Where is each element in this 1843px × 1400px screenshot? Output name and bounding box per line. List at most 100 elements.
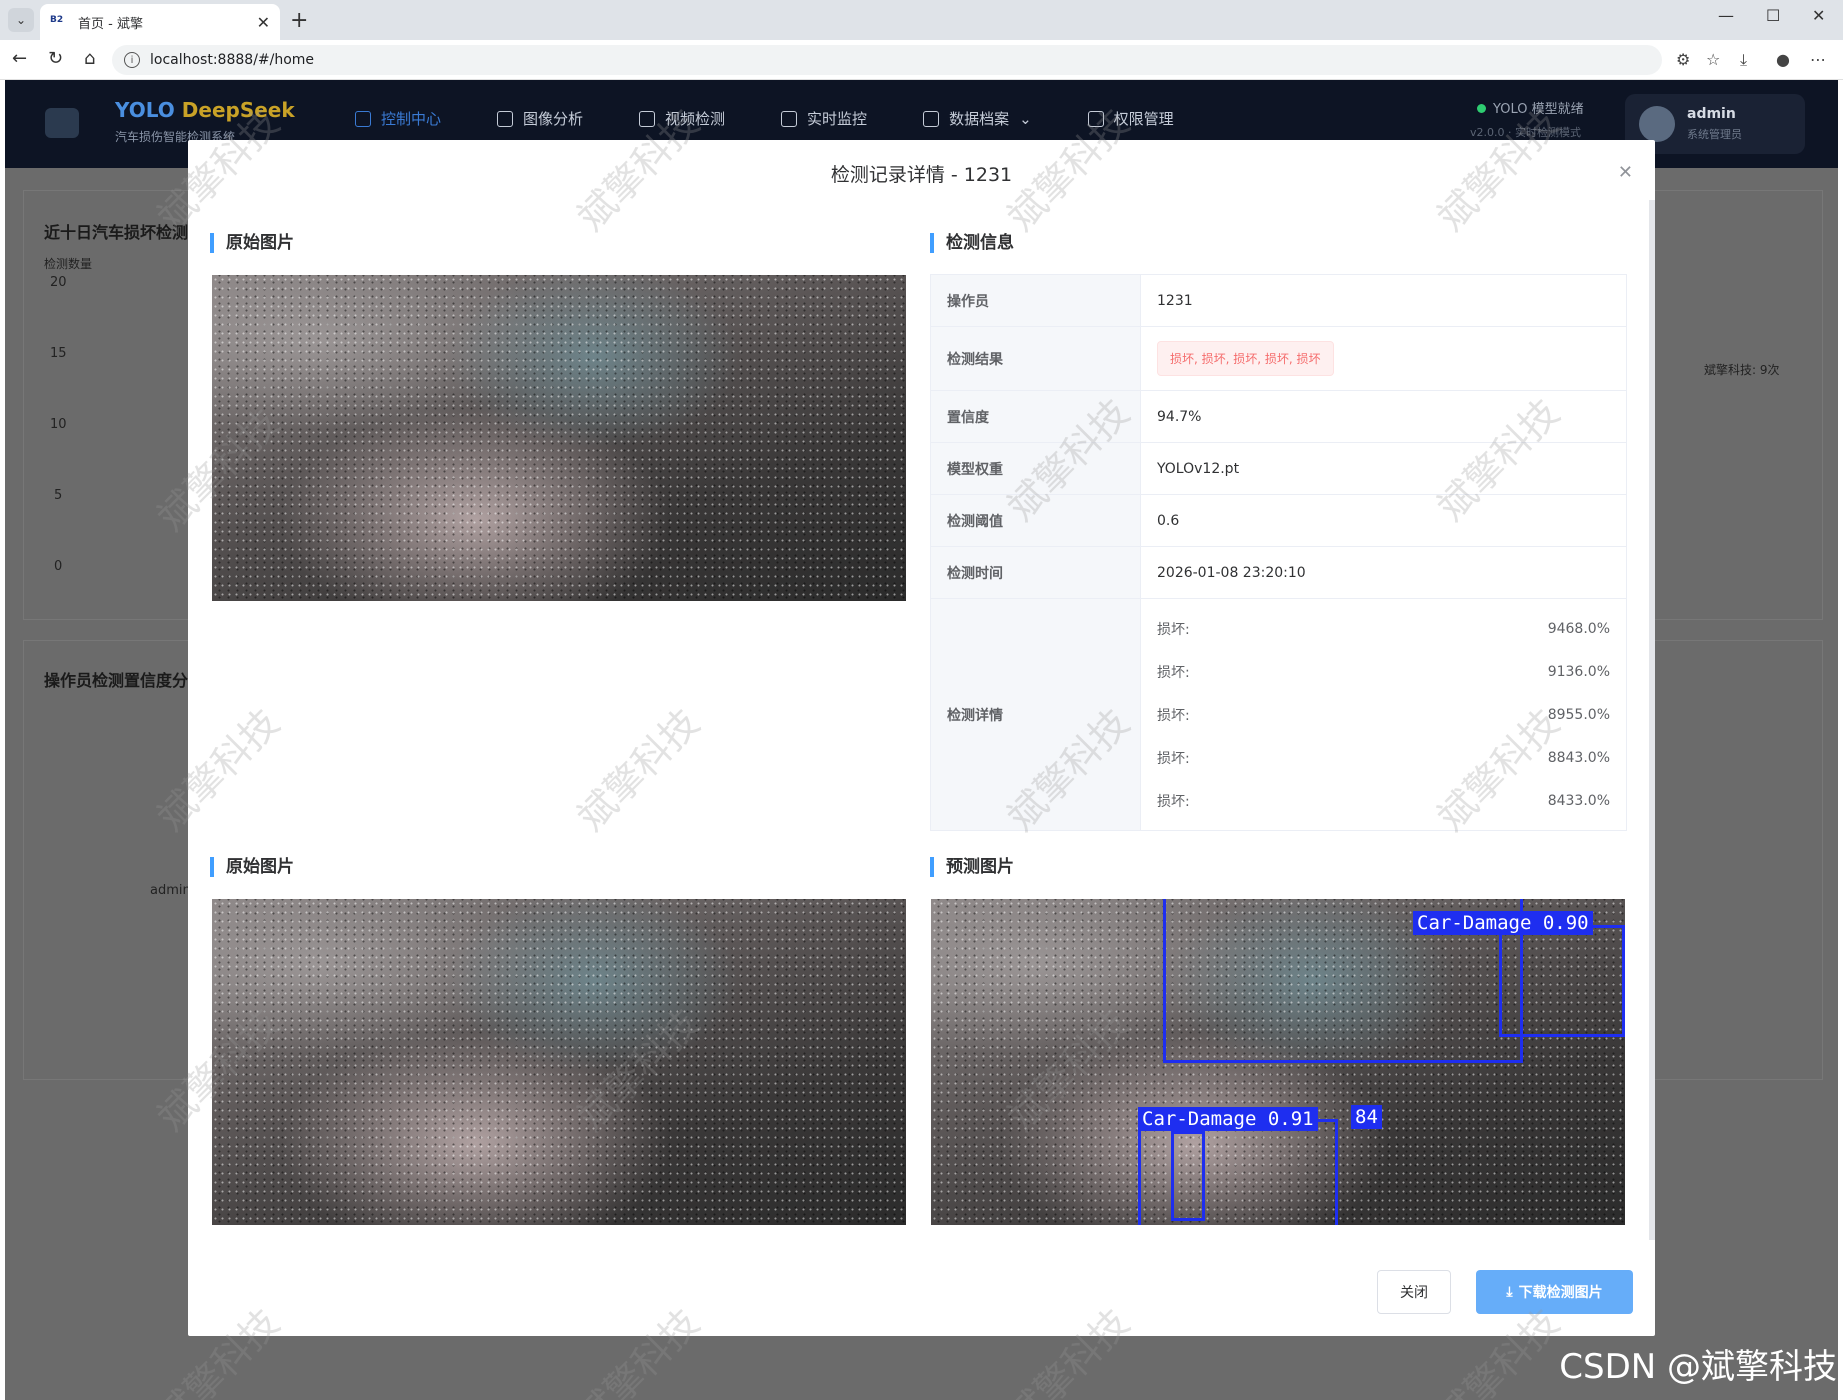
section-title-predicted: 预测图片 bbox=[930, 857, 1014, 877]
section-title-info: 检测信息 bbox=[930, 233, 1014, 253]
close-icon[interactable]: ✕ bbox=[1618, 162, 1633, 183]
close-window-icon[interactable]: ✕ bbox=[1812, 6, 1825, 25]
field-key: 置信度 bbox=[930, 390, 1141, 443]
section-title-original: 原始图片 bbox=[210, 233, 294, 253]
original-image-top bbox=[212, 275, 906, 601]
info-row: 置信度 94.7% bbox=[930, 390, 1627, 443]
nav-item-data-archive[interactable]: 数据档案 ⌄ bbox=[923, 108, 1032, 129]
detail-modal: 检测记录详情 - 1231 ✕ 原始图片 检测信息 操作员 1231 检测结果 损坏… bbox=[188, 140, 1655, 1336]
browser-tab[interactable]: B2 首页 - 斌擎 ✕ bbox=[40, 4, 280, 40]
new-tab-icon[interactable]: + bbox=[290, 8, 308, 33]
favicon-icon: B2 bbox=[50, 15, 64, 25]
play-icon bbox=[639, 110, 656, 127]
info-row: 模型权重 YOLOv12.pt bbox=[930, 442, 1627, 495]
detail-value: 8955.0% bbox=[1547, 706, 1610, 723]
tab-close-icon[interactable]: ✕ bbox=[257, 13, 270, 32]
y-tick: 10 bbox=[50, 417, 67, 432]
model-status: YOLO 模型就绪 bbox=[1493, 102, 1584, 117]
more-icon[interactable]: ⋯ bbox=[1810, 50, 1826, 69]
site-info-icon[interactable]: i bbox=[124, 52, 140, 68]
field-value: 1231 bbox=[1140, 274, 1627, 327]
detail-value: 8433.0% bbox=[1547, 792, 1610, 809]
nav-label: 图像分析 bbox=[523, 110, 584, 128]
nav-label: 控制中心 bbox=[381, 110, 442, 128]
nav-item-image-analysis[interactable]: 图像分析 bbox=[497, 108, 583, 129]
photo-noise bbox=[212, 275, 906, 601]
close-button[interactable]: 关闭 bbox=[1377, 1270, 1451, 1314]
y-tick: 15 bbox=[50, 346, 67, 361]
detection-label: Car-Damage 0.90 bbox=[1413, 911, 1593, 935]
detection-label: Car-Damage 0.91 bbox=[1138, 1107, 1318, 1131]
nav-label: 视频检测 bbox=[665, 110, 726, 128]
user-role: 系统管理员 bbox=[1687, 128, 1742, 141]
brand-main: YOLO bbox=[115, 98, 175, 122]
brand-accent: DeepSeek bbox=[181, 98, 295, 122]
field-key: 检测详情 bbox=[930, 598, 1141, 831]
field-value: YOLOv12.pt bbox=[1140, 442, 1627, 495]
maximize-icon[interactable]: ☐ bbox=[1766, 6, 1780, 25]
field-key: 检测时间 bbox=[930, 546, 1141, 599]
detail-label: 损坏: bbox=[1157, 707, 1190, 724]
predicted-image: Car-Damage 0.90 Car-Damage 0.91 84 bbox=[931, 899, 1625, 1225]
modal-title: 检测记录详情 - 1231 bbox=[830, 164, 1013, 186]
nav-label: 数据档案 bbox=[949, 110, 1010, 128]
nav-item-realtime-monitor[interactable]: 实时监控 bbox=[781, 108, 867, 129]
status-dot-icon bbox=[1477, 104, 1486, 113]
detection-label: 84 bbox=[1351, 1105, 1382, 1129]
reload-icon[interactable]: ↻ bbox=[48, 48, 63, 69]
x-tick: admin bbox=[150, 883, 191, 898]
detail-row: 损坏: 9468.0% bbox=[1157, 607, 1610, 650]
favorites-icon[interactable]: ☆ bbox=[1706, 50, 1720, 69]
url-field[interactable]: i localhost:8888/#/home bbox=[112, 45, 1662, 75]
detail-row: 损坏: 8433.0% bbox=[1157, 779, 1610, 822]
field-value: 损坏, 损坏, 损坏, 损坏, 损坏 bbox=[1140, 326, 1627, 391]
y-axis-label: 检测数量 bbox=[44, 257, 93, 271]
detection-box bbox=[1499, 925, 1625, 1037]
nav-item-video-detection[interactable]: 视频检测 bbox=[639, 108, 725, 129]
original-image-bottom bbox=[212, 899, 906, 1225]
home-icon[interactable]: ⌂ bbox=[84, 48, 95, 69]
info-row: 检测详情 损坏: 9468.0% 损坏: 9136.0% 损坏: 8955.0% 损坏… bbox=[930, 598, 1627, 831]
browser-tabbar: ⌄ B2 首页 - 斌擎 ✕ + — ☐ ✕ bbox=[0, 0, 1843, 40]
field-key: 检测结果 bbox=[930, 326, 1141, 391]
detail-label: 损坏: bbox=[1157, 621, 1190, 638]
chart-title: 近十日汽车损坏检测 bbox=[44, 223, 189, 242]
info-row: 检测结果 损坏, 损坏, 损坏, 损坏, 损坏 bbox=[930, 326, 1627, 391]
info-row: 操作员 1231 bbox=[930, 274, 1627, 327]
field-key: 操作员 bbox=[930, 274, 1141, 327]
download-icon: ⤓ bbox=[1506, 1284, 1513, 1300]
detail-value: 8843.0% bbox=[1547, 749, 1610, 766]
detail-label: 损坏: bbox=[1157, 750, 1190, 767]
detail-row: 损坏: 8955.0% bbox=[1157, 693, 1610, 736]
tab-list-button[interactable]: ⌄ bbox=[8, 8, 34, 32]
nav-item-permissions[interactable]: 权限管理 bbox=[1087, 108, 1174, 129]
detection-box bbox=[1138, 1119, 1338, 1225]
download-icon[interactable]: ⤓ bbox=[1740, 50, 1747, 70]
y-tick: 20 bbox=[50, 275, 67, 290]
profile-icon[interactable]: ● bbox=[1776, 50, 1790, 69]
details-cell: 损坏: 9468.0% 损坏: 9136.0% 损坏: 8955.0% 损坏: 8843… bbox=[1140, 598, 1627, 831]
detail-row: 损坏: 9136.0% bbox=[1157, 650, 1610, 693]
field-key: 检测阈值 bbox=[930, 494, 1141, 547]
detection-box bbox=[1171, 1131, 1205, 1221]
extensions-icon[interactable]: ⚙ bbox=[1676, 50, 1690, 69]
home-icon bbox=[355, 110, 371, 127]
detail-label: 损坏: bbox=[1157, 793, 1190, 810]
info-table: 操作员 1231 检测结果 损坏, 损坏, 损坏, 损坏, 损坏 置信度 94.7% … bbox=[930, 274, 1627, 831]
nav-item-control-center[interactable]: 控制中心 bbox=[355, 108, 441, 129]
csdn-watermark: CSDN @斌擎科技 bbox=[1559, 1347, 1837, 1387]
field-key: 模型权重 bbox=[930, 442, 1141, 495]
field-value: 0.6 bbox=[1140, 494, 1627, 547]
address-bar: ← ↻ ⌂ i localhost:8888/#/home ⚙ ☆ ⤓ ● ⋯ bbox=[0, 40, 1843, 80]
modal-scrollbar[interactable] bbox=[1649, 200, 1655, 1240]
photo-noise bbox=[212, 899, 906, 1225]
download-button-label: 下载检测图片 bbox=[1518, 1285, 1603, 1301]
download-button[interactable]: ⤓ 下载检测图片 bbox=[1476, 1270, 1633, 1314]
tab-title: 首页 - 斌擎 bbox=[78, 16, 143, 32]
back-icon[interactable]: ← bbox=[12, 48, 27, 69]
minimize-icon[interactable]: — bbox=[1718, 6, 1734, 25]
detail-value: 9468.0% bbox=[1547, 620, 1610, 637]
result-tag: 损坏, 损坏, 损坏, 损坏, 损坏 bbox=[1157, 341, 1334, 376]
detail-label: 损坏: bbox=[1157, 664, 1190, 681]
nav-label: 权限管理 bbox=[1113, 110, 1174, 128]
